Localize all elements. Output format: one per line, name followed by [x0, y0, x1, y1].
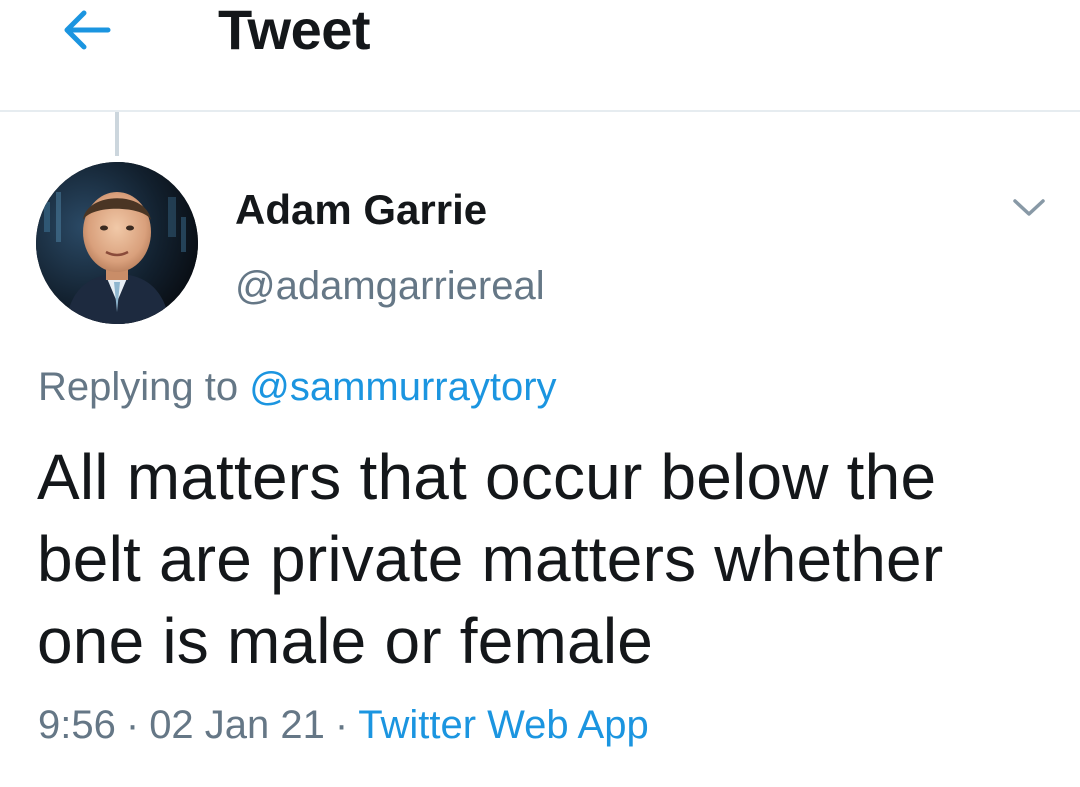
thread-connector-line: [115, 112, 119, 156]
tweet-date: 02 Jan 21: [149, 703, 325, 747]
chevron-down-icon: [1013, 199, 1045, 216]
tweet-text-line: All matters that occur below the: [37, 441, 937, 513]
top-app-bar: Tweet: [0, 0, 1080, 112]
replying-to: Replying to @sammurraytory: [38, 362, 557, 412]
more-options-button[interactable]: [1004, 188, 1054, 228]
tweet-text: All matters that occur below the belt ar…: [37, 436, 1047, 682]
back-button[interactable]: [58, 8, 114, 52]
arrow-left-icon: [64, 10, 111, 50]
author-handle[interactable]: @adamgarriereal: [235, 262, 545, 310]
replying-to-mention-link[interactable]: @sammurraytory: [249, 365, 556, 409]
tweet-text-line: belt are private matters whether: [37, 523, 944, 595]
tweet-text-line: one is male or female: [37, 605, 654, 677]
profile-photo: [36, 162, 198, 324]
separator-dot: ·: [125, 703, 140, 747]
page-title: Tweet: [218, 0, 371, 61]
tweet-metadata: 9:56 · 02 Jan 21 · Twitter Web App: [38, 700, 649, 750]
replying-to-label: Replying to: [38, 365, 239, 409]
separator-dot: ·: [334, 703, 349, 747]
author-display-name[interactable]: Adam Garrie: [235, 186, 487, 234]
avatar[interactable]: [36, 162, 198, 324]
tweet-source-link[interactable]: Twitter Web App: [358, 703, 649, 747]
tweet-time: 9:56: [38, 703, 116, 747]
